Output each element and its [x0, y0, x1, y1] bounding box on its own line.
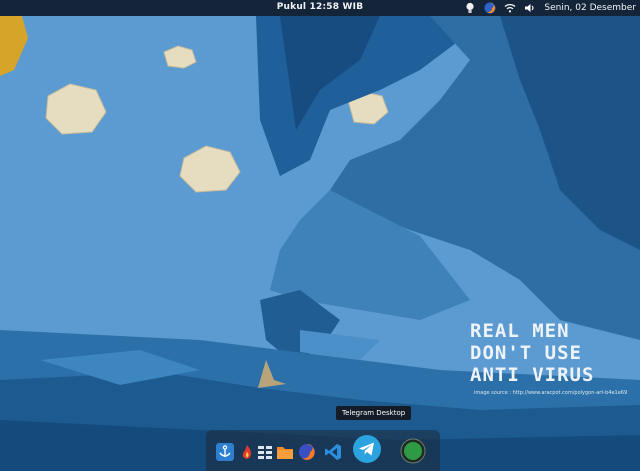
panel-date[interactable]: Senin, 02 Desember: [544, 3, 636, 13]
poster-line-3: ANTI VIRUS: [470, 364, 595, 386]
files-app-icon[interactable]: [276, 443, 294, 461]
grid-app-icon[interactable]: [256, 443, 274, 461]
anchor-app-icon[interactable]: [216, 443, 234, 461]
system-tray: Senin, 02 Desember: [464, 0, 640, 16]
firefox-app-icon[interactable]: [298, 443, 316, 461]
dock: [206, 430, 440, 471]
poster-line-1: REAL MEN: [470, 320, 570, 342]
top-panel: Pukul 12:58 WIB Senin, 02 Desember: [0, 0, 640, 16]
bulb-icon[interactable]: [464, 2, 476, 14]
green-app-icon[interactable]: [400, 438, 426, 464]
wallpaper-poster: REAL MEN DON'T USE ANTI VIRUS image sour…: [430, 300, 640, 410]
volume-icon[interactable]: [524, 2, 536, 14]
dock-tooltip: Telegram Desktop: [336, 406, 412, 420]
poster-image-source: image source : http://www.aracpot.com/po…: [474, 390, 628, 396]
poster-line-2: DON'T USE: [470, 342, 582, 364]
flame-app-icon[interactable]: [238, 443, 256, 461]
firefox-tray-icon[interactable]: [484, 2, 496, 14]
telegram-app-icon[interactable]: [352, 434, 382, 464]
vscode-app-icon[interactable]: [324, 443, 342, 461]
wifi-icon[interactable]: [504, 2, 516, 14]
